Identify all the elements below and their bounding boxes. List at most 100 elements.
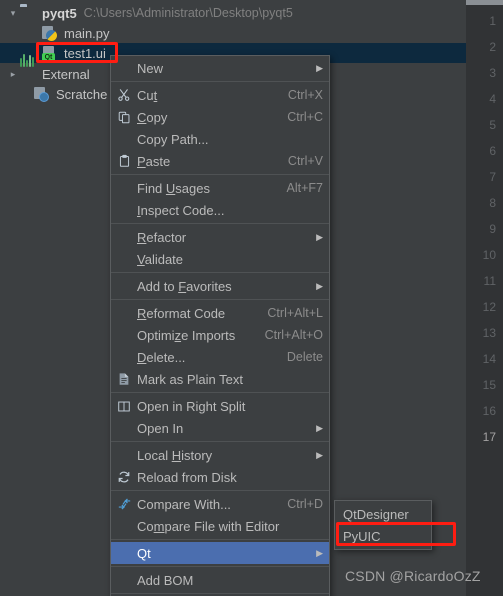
blank-icon [111, 569, 137, 591]
menu-item-label: Paste [137, 153, 171, 169]
clipboard-icon [111, 150, 137, 172]
tree-item-label: main.py [64, 25, 110, 41]
tree-item-pyqt5[interactable]: ▾ pyqt5 C:\Users\Administrator\Desktop\pyq… [0, 3, 466, 23]
menu-item-label: Copy [137, 109, 168, 125]
menu-item-new[interactable]: New ▶ [111, 57, 329, 79]
submenu-item-pyuic[interactable]: PyUIC [335, 525, 431, 547]
chevron-right-icon: ▶ [316, 62, 323, 73]
menu-item-label: New [137, 60, 164, 76]
split-pane-icon [111, 395, 137, 417]
blank-icon [111, 324, 137, 346]
tree-item-label: External [42, 66, 90, 82]
menu-item-label: Qt [137, 545, 151, 561]
menu-item-add-to-favorites[interactable]: Add to Favorites ▶ [111, 275, 329, 297]
menu-item-label: Delete... [137, 349, 186, 365]
menu-item-local-history[interactable]: Local History ▶ [111, 444, 329, 466]
menu-item-shortcut: Ctrl+C [287, 110, 323, 124]
menu-item-copy[interactable]: Copy Ctrl+C [111, 106, 329, 128]
context-menu[interactable]: New ▶ Cut Ctrl+X Copy Ctrl+C Copy Path... Paste… [110, 55, 330, 596]
library-icon [20, 54, 38, 82]
blank-icon [111, 417, 137, 439]
menu-item-cut[interactable]: Cut Ctrl+X [111, 84, 329, 106]
gutter-line-number: 6 [489, 144, 496, 158]
menu-item-find-usages[interactable]: Find Usages Alt+F7 [111, 177, 329, 199]
chevron-right-icon[interactable]: ▸ [6, 64, 20, 84]
menu-item-add-bom[interactable]: Add BOM [111, 569, 329, 591]
menu-item-shortcut: Ctrl+X [287, 88, 323, 102]
gutter-line-number: 7 [489, 170, 496, 184]
menu-item-open-in[interactable]: Open In ▶ [111, 417, 329, 439]
menu-separator [111, 299, 329, 300]
editor-scrollbar[interactable] [466, 0, 503, 5]
menu-separator [111, 539, 329, 540]
menu-item-label: Add to Favorites [137, 278, 232, 294]
gutter-line-number: 3 [489, 66, 496, 80]
blank-icon [111, 444, 137, 466]
tree-item-label: test1.ui [64, 45, 106, 61]
submenu-item-label: PyUIC [343, 528, 381, 544]
menu-item-label: Optimize Imports [137, 327, 236, 343]
gutter-line-number: 1 [489, 14, 496, 28]
blank-icon [111, 248, 137, 270]
blank-icon [111, 226, 137, 248]
qt-ui-file-icon: Qt [42, 45, 60, 62]
gutter-line-number: 5 [489, 118, 496, 132]
gutter-line-number: 9 [489, 222, 496, 236]
gutter-line-number: 11 [483, 274, 496, 288]
blank-icon [111, 199, 137, 221]
submenu-item-qtdesigner[interactable]: QtDesigner [335, 503, 431, 525]
menu-item-reformat-code[interactable]: Reformat Code Ctrl+Alt+L [111, 302, 329, 324]
menu-item-inspect-code[interactable]: Inspect Code... [111, 199, 329, 221]
menu-item-label: Cut [137, 87, 158, 103]
menu-item-qt[interactable]: Qt ▶ [111, 542, 329, 564]
chevron-right-icon: ▶ [316, 547, 323, 558]
chevron-right-icon: ▶ [316, 449, 323, 460]
plain-text-icon [111, 368, 137, 390]
editor-pane: 1 2 3 4 5 6 7 8 9 10 11 12 13 14 15 16 17 [466, 0, 503, 596]
blank-icon [111, 177, 137, 199]
gutter-line-number: 10 [482, 248, 496, 262]
menu-item-shortcut: Alt+F7 [286, 181, 323, 195]
menu-item-reload-from-disk[interactable]: Reload from Disk [111, 466, 329, 488]
menu-item-label: Inspect Code... [137, 202, 225, 218]
chevron-right-icon: ▶ [316, 422, 323, 433]
menu-item-shortcut: Ctrl+V [287, 154, 323, 168]
qt-submenu[interactable]: QtDesigner PyUIC [334, 500, 432, 550]
blank-icon [111, 515, 137, 537]
menu-item-shortcut: Ctrl+D [287, 497, 323, 511]
refresh-icon [111, 466, 137, 488]
tree-item-label: pyqt5 [42, 5, 77, 21]
blank-icon [111, 128, 137, 150]
chevron-right-icon: ▶ [316, 231, 323, 242]
menu-item-mark-as-plain-text[interactable]: Mark as Plain Text [111, 368, 329, 390]
menu-separator [111, 392, 329, 393]
gutter-line-number: 17 [482, 430, 496, 444]
tree-item-label: Scratche [56, 86, 108, 102]
menu-item-label: Compare With... [137, 496, 231, 512]
menu-item-open-in-right-split[interactable]: Open in Right Split [111, 395, 329, 417]
menu-item-label: Compare File with Editor [137, 518, 280, 534]
folder-icon [20, 5, 38, 21]
menu-item-shortcut: Delete [286, 350, 323, 364]
menu-item-delete[interactable]: Delete... Delete [111, 346, 329, 368]
menu-item-validate[interactable]: Validate [111, 248, 329, 270]
menu-item-paste[interactable]: Paste Ctrl+V [111, 150, 329, 172]
menu-item-label: Mark as Plain Text [137, 371, 243, 387]
menu-separator [111, 223, 329, 224]
menu-item-compare-with[interactable]: Compare With... Ctrl+D [111, 493, 329, 515]
menu-item-optimize-imports[interactable]: Optimize Imports Ctrl+Alt+O [111, 324, 329, 346]
menu-separator [111, 441, 329, 442]
gutter-line-number: 12 [482, 300, 496, 314]
menu-item-label: Refactor [137, 229, 187, 245]
menu-item-label: Reformat Code [137, 305, 226, 321]
gutter-line-number: 4 [489, 92, 496, 106]
menu-item-copy-path[interactable]: Copy Path... [111, 128, 329, 150]
menu-item-compare-file-with-editor[interactable]: Compare File with Editor [111, 515, 329, 537]
menu-separator [111, 272, 329, 273]
tree-item-main-py[interactable]: main.py [0, 23, 466, 43]
gutter-line-number: 8 [489, 196, 496, 210]
scratches-icon [34, 86, 52, 102]
menu-item-refactor[interactable]: Refactor ▶ [111, 226, 329, 248]
chevron-down-icon[interactable]: ▾ [6, 3, 20, 23]
